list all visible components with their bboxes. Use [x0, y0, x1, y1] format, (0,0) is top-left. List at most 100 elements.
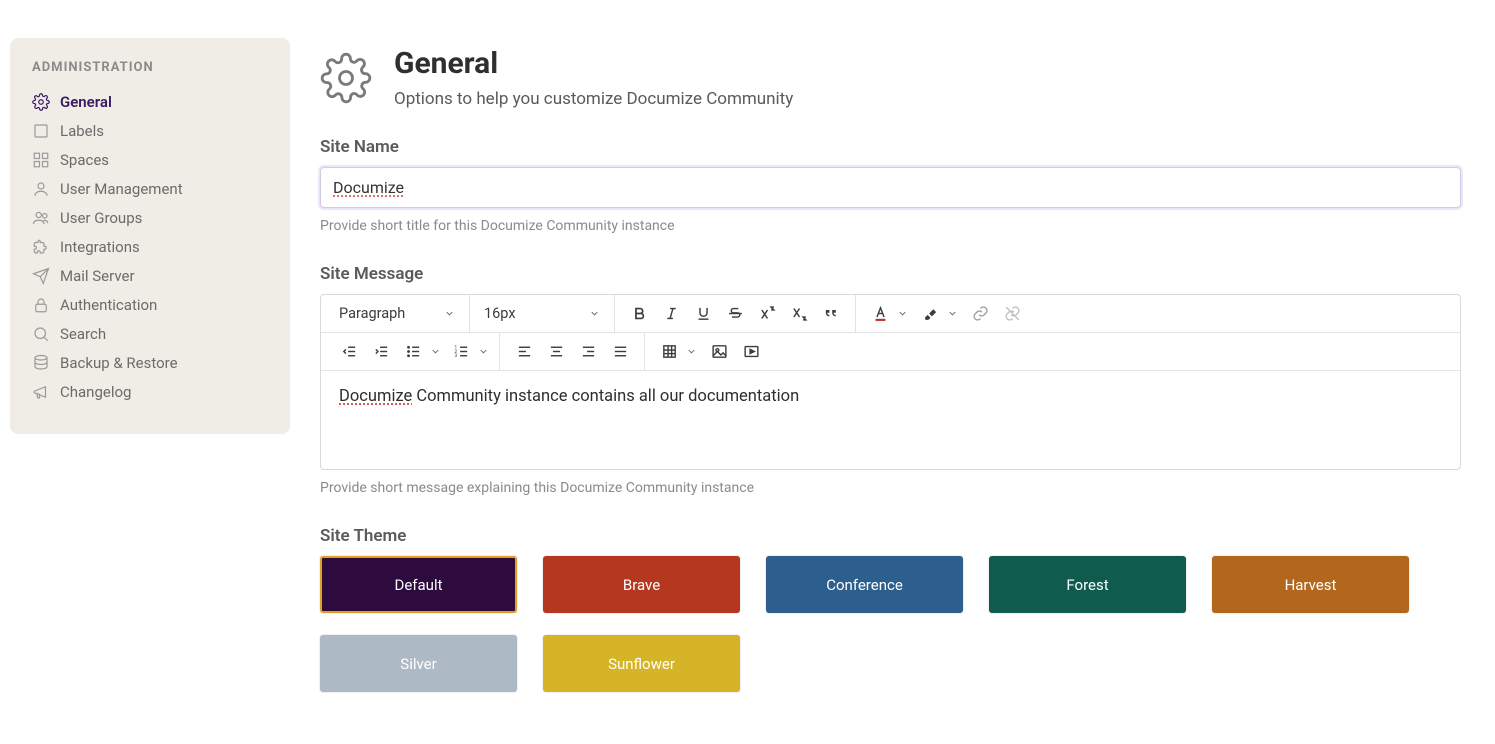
link-button[interactable]	[966, 300, 994, 328]
theme-swatch-conference[interactable]: Conference	[766, 556, 963, 613]
theme-swatch-grid: Default Brave Conference Forest Harvest Silve…	[320, 556, 1461, 714]
align-justify-button[interactable]	[606, 338, 634, 366]
puzzle-icon	[32, 238, 50, 256]
editor-content-area[interactable]: Documize Community instance contains all…	[321, 371, 1460, 469]
sidebar-item-general[interactable]: General	[32, 89, 268, 115]
sidebar-item-integrations[interactable]: Integrations	[32, 234, 268, 260]
page-subtitle: Options to help you customize Documize C…	[394, 89, 793, 109]
lock-icon	[32, 296, 50, 314]
gear-icon	[32, 93, 50, 111]
subscript-button[interactable]	[785, 300, 813, 328]
chevron-down-icon	[444, 308, 455, 319]
table-button[interactable]	[655, 338, 697, 366]
unordered-list-button[interactable]	[399, 338, 441, 366]
search-icon	[32, 325, 50, 343]
chevron-down-icon	[947, 308, 958, 319]
site-name-help: Provide short title for this Documize Co…	[320, 218, 1461, 234]
user-icon	[32, 180, 50, 198]
bold-button[interactable]	[625, 300, 653, 328]
sidebar-item-label: Spaces	[60, 151, 109, 169]
sidebar-item-label: Mail Server	[60, 267, 135, 285]
sidebar-heading: ADMINISTRATION	[32, 60, 268, 75]
spelling-flagged-word: Documize	[333, 178, 404, 197]
spelling-flagged-word: Documize	[339, 387, 412, 406]
users-icon	[32, 209, 50, 227]
site-message-label: Site Message	[320, 264, 1461, 284]
square-icon	[32, 122, 50, 140]
theme-swatch-forest[interactable]: Forest	[989, 556, 1186, 613]
theme-swatch-label: Harvest	[1285, 576, 1337, 594]
site-theme-label: Site Theme	[320, 526, 1461, 546]
ordered-list-button[interactable]: 123	[447, 338, 489, 366]
blockquote-button[interactable]	[817, 300, 845, 328]
page-title: General	[394, 46, 793, 81]
database-icon	[32, 354, 50, 372]
sidebar-item-label: Labels	[60, 122, 104, 140]
italic-button[interactable]	[657, 300, 685, 328]
text-color-button[interactable]	[866, 300, 908, 328]
sidebar-item-changelog[interactable]: Changelog	[32, 379, 268, 405]
align-center-button[interactable]	[542, 338, 570, 366]
theme-swatch-default[interactable]: Default	[320, 556, 517, 613]
sidebar-item-label: User Groups	[60, 209, 142, 227]
theme-swatch-label: Conference	[826, 576, 903, 594]
video-button[interactable]	[737, 338, 765, 366]
megaphone-icon	[32, 383, 50, 401]
main-content: General Options to help you customize Do…	[290, 10, 1485, 744]
theme-swatch-label: Sunflower	[608, 655, 675, 673]
align-right-button[interactable]	[574, 338, 602, 366]
editor-toolbar-row-2: 123	[321, 333, 1460, 371]
grid-icon	[32, 151, 50, 169]
image-button[interactable]	[705, 338, 733, 366]
sidebar-item-user-management[interactable]: User Management	[32, 176, 268, 202]
superscript-button[interactable]	[753, 300, 781, 328]
block-format-value: Paragraph	[339, 305, 405, 322]
sidebar-item-search[interactable]: Search	[32, 321, 268, 347]
sidebar-item-user-groups[interactable]: User Groups	[32, 205, 268, 231]
site-name-group: Site Name Documize Provide short title f…	[320, 137, 1461, 234]
chevron-down-icon	[897, 308, 908, 319]
theme-swatch-label: Forest	[1066, 576, 1108, 594]
theme-swatch-label: Brave	[623, 576, 660, 594]
send-icon	[32, 267, 50, 285]
sidebar-item-labels[interactable]: Labels	[32, 118, 268, 144]
sidebar-item-spaces[interactable]: Spaces	[32, 147, 268, 173]
sidebar-item-label: Backup & Restore	[60, 354, 178, 372]
font-size-value: 16px	[484, 305, 516, 322]
sidebar-item-mail-server[interactable]: Mail Server	[32, 263, 268, 289]
editor-toolbar-row-1: Paragraph 16px	[321, 295, 1460, 333]
page-header: General Options to help you customize Do…	[320, 46, 1461, 109]
site-name-input[interactable]: Documize	[320, 167, 1461, 208]
sidebar-item-label: Integrations	[60, 238, 140, 256]
theme-swatch-harvest[interactable]: Harvest	[1212, 556, 1409, 613]
admin-sidebar: ADMINISTRATION General Labels Spaces Use…	[10, 38, 290, 434]
sidebar-item-authentication[interactable]: Authentication	[32, 292, 268, 318]
editor-text: Community instance contains all our docu…	[412, 387, 799, 406]
strikethrough-button[interactable]	[721, 300, 749, 328]
highlight-color-button[interactable]	[916, 300, 958, 328]
align-left-button[interactable]	[510, 338, 538, 366]
theme-swatch-silver[interactable]: Silver	[320, 635, 517, 692]
sidebar-item-backup-restore[interactable]: Backup & Restore	[32, 350, 268, 376]
theme-swatch-sunflower[interactable]: Sunflower	[543, 635, 740, 692]
theme-swatch-brave[interactable]: Brave	[543, 556, 740, 613]
font-size-select[interactable]: 16px	[480, 305, 604, 322]
outdent-button[interactable]	[335, 338, 363, 366]
site-name-label: Site Name	[320, 137, 1461, 157]
underline-button[interactable]	[689, 300, 717, 328]
sidebar-item-label: Search	[60, 325, 106, 343]
theme-swatch-label: Default	[395, 576, 443, 594]
site-theme-group: Site Theme Default Brave Conference Forest H…	[320, 526, 1461, 714]
indent-button[interactable]	[367, 338, 395, 366]
block-format-select[interactable]: Paragraph	[335, 305, 459, 322]
sidebar-item-label: Changelog	[60, 383, 131, 401]
unlink-button[interactable]	[998, 300, 1026, 328]
gear-icon	[320, 52, 372, 104]
chevron-down-icon	[430, 346, 441, 357]
svg-text:3: 3	[454, 353, 457, 359]
chevron-down-icon	[686, 346, 697, 357]
site-message-help: Provide short message explaining this Do…	[320, 480, 1461, 496]
sidebar-item-label: User Management	[60, 180, 183, 198]
theme-swatch-label: Silver	[400, 655, 436, 673]
rich-text-editor: Paragraph 16px	[320, 294, 1461, 470]
